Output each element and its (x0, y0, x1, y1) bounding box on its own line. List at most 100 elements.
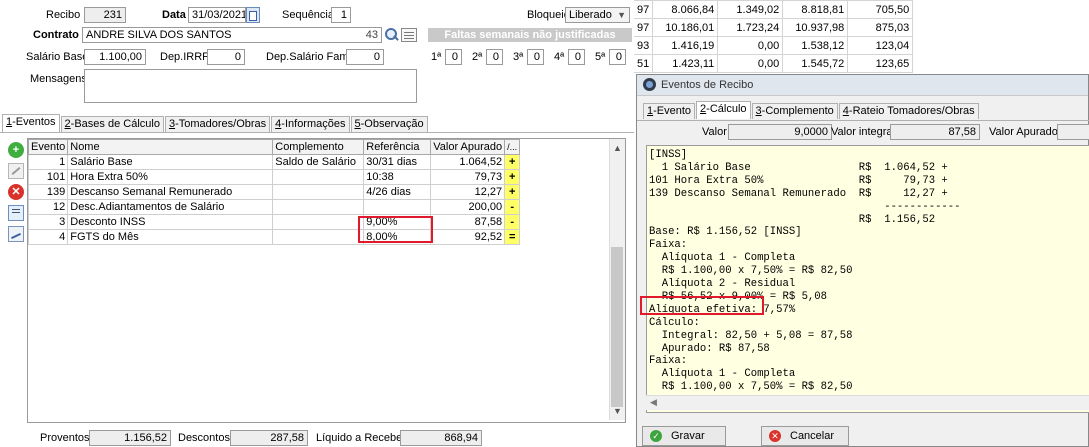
bloqueio-select[interactable]: Liberado ▼ (565, 7, 630, 23)
dialog-tab-1[interactable]: 1-Evento (643, 103, 696, 119)
salario-base-field[interactable]: 1.100,00 (84, 49, 146, 65)
col-header-complemento[interactable]: Complemento (272, 139, 365, 155)
cell-complemento[interactable] (272, 169, 365, 185)
table-row[interactable]: 139 Descanso Semanal Remunerado 4/26 dias 1… (27, 184, 521, 200)
details-icon[interactable] (401, 28, 417, 42)
scroll-down-icon[interactable]: ▼ (613, 406, 622, 416)
falta-2-field[interactable]: 0 (486, 49, 503, 65)
dialog-tab-4[interactable]: 4-Rateio Tomadores/Obras (838, 103, 979, 119)
cell-evento[interactable]: 1 (27, 154, 69, 170)
cell-referencia[interactable]: 10:38 (363, 169, 432, 185)
cell-sign[interactable]: + (504, 154, 521, 170)
scroll-thumb[interactable] (611, 247, 623, 407)
calendar-icon[interactable] (246, 7, 260, 23)
cell-nome[interactable]: Desconto INSS (67, 214, 274, 230)
cell-referencia[interactable]: 4/26 dias (363, 184, 432, 200)
cell-referencia[interactable] (363, 199, 432, 215)
cell-nome[interactable]: Desc.Adiantamentos de Salário (67, 199, 274, 215)
cell-nome[interactable]: Hora Extra 50% (67, 169, 274, 185)
main-tab-5-label: -Observação (360, 118, 424, 130)
cell-valor[interactable]: 79,73 (430, 169, 506, 185)
scroll-left-icon[interactable]: ◀ (650, 397, 657, 408)
cell-complemento[interactable] (272, 184, 365, 200)
table-row[interactable]: 12 Desc.Adiantamentos de Salário 200,00- (27, 199, 521, 215)
main-tab-5[interactable]: 5-Observação (350, 116, 428, 132)
cell-evento[interactable]: 101 (27, 169, 69, 185)
main-tab-4-label: -Informações (281, 118, 346, 130)
dep-irrf-field[interactable]: 0 (207, 49, 245, 65)
table-row[interactable]: 4 FGTS do Mês 8,00% 92,52 = (27, 229, 521, 245)
cell-complemento[interactable] (272, 214, 365, 230)
mensagens-textarea[interactable] (84, 69, 417, 103)
table-row[interactable]: 101 Hora Extra 50% 10:38 79,73 + (27, 169, 521, 185)
memo-line: Cálculo: (649, 316, 700, 329)
dialog-titlebar[interactable]: Eventos de Recibo (637, 75, 1088, 96)
gravar-button[interactable]: ✓ Gravar (642, 426, 726, 446)
document-icon[interactable] (8, 205, 24, 221)
delete-icon[interactable]: ✕ (8, 184, 24, 200)
falta-3-field[interactable]: 0 (527, 49, 544, 65)
col-header-referencia[interactable]: Referência (363, 139, 432, 155)
col-header-evento[interactable]: Evento (27, 139, 69, 155)
calculation-memo[interactable]: [INSS] 1 Salário Base R$ 1.064,52 +101 H… (646, 145, 1089, 413)
cell-valor[interactable]: 87,58 (430, 214, 506, 230)
dep-salario-fam-field[interactable]: 0 (346, 49, 384, 65)
cell-sign[interactable]: + (504, 184, 521, 200)
falta-4-field[interactable]: 0 (568, 49, 585, 65)
recibo-field[interactable]: 231 (84, 7, 126, 23)
data-field[interactable]: 31/03/2021 (188, 7, 246, 23)
descontos-field: 287,58 (230, 430, 308, 446)
main-tab-1[interactable]: 1-Eventos (2, 114, 60, 132)
cell-nome[interactable]: Salário Base (67, 154, 274, 170)
proventos-label: Proventos (40, 432, 90, 444)
main-tab-4[interactable]: 4-Informações (271, 116, 350, 132)
memo-hscrollbar[interactable]: ◀ (646, 395, 1089, 410)
memo-line: R$ 1.100,00 x 7,50% = R$ 82,50 (649, 381, 853, 394)
edit-icon[interactable] (8, 163, 24, 179)
falta-1-field[interactable]: 0 (445, 49, 462, 65)
cell-evento[interactable]: 4 (27, 229, 69, 245)
cell-complemento[interactable] (272, 229, 365, 245)
cell-valor[interactable]: 1.064,52 (430, 154, 506, 170)
cell-evento[interactable]: 139 (27, 184, 69, 200)
cell-complemento[interactable] (272, 199, 365, 215)
dialog-tab-2[interactable]: 2-Cálculo (696, 101, 751, 119)
memo-line: Faixa: (649, 355, 688, 368)
cell-sign[interactable]: - (504, 199, 521, 215)
sequencia-field[interactable]: 1 (331, 7, 351, 23)
cell-sign[interactable]: + (504, 169, 521, 185)
col-header-sign[interactable]: /... (504, 139, 521, 155)
search-icon[interactable] (383, 27, 399, 43)
cell-sign[interactable]: - (504, 214, 521, 230)
col-header-valor-apurado[interactable]: Valor Apurado (430, 139, 506, 155)
valor-label: Valor (702, 126, 727, 138)
cancelar-button[interactable]: ✕ Cancelar (761, 426, 849, 446)
table-row[interactable]: 3 Desconto INSS 9,00% 87,58- (27, 214, 521, 230)
grid-scrollbar[interactable]: ▲ ▼ (609, 139, 625, 420)
cell-nome[interactable]: FGTS do Mês (67, 229, 274, 245)
cell-evento[interactable]: 12 (27, 199, 69, 215)
main-tab-3[interactable]: 3-Tomadores/Obras (164, 116, 271, 132)
dialog-tab-3[interactable]: 3-Complemento (751, 103, 838, 119)
cell-valor[interactable]: 92,52 (430, 229, 506, 245)
cell-referencia[interactable]: 30/31 dias (363, 154, 432, 170)
falta-5-field[interactable]: 0 (609, 49, 626, 65)
events-grid[interactable]: Evento Nome Complemento Referência Valor… (27, 138, 626, 423)
highlight-referencia (358, 216, 433, 243)
memo-line: 139 Descanso Semanal Remunerado R$ 12,27… (649, 187, 948, 200)
cell-sign[interactable]: = (504, 229, 521, 245)
cell-valor[interactable]: 200,00 (430, 199, 506, 215)
scroll-up-icon[interactable]: ▲ (613, 143, 622, 153)
dialog-tab-2-label: -Cálculo (706, 103, 747, 115)
cell-evento[interactable]: 3 (27, 214, 69, 230)
add-icon[interactable]: + (8, 142, 24, 158)
cell-valor[interactable]: 12,27 (430, 184, 506, 200)
main-tab-2[interactable]: 2-Bases de Cálculo (60, 116, 164, 132)
cell-nome[interactable]: Descanso Semanal Remunerado (67, 184, 274, 200)
cell-complemento[interactable]: Saldo de Salário (272, 154, 365, 170)
contrato-field[interactable]: ANDRE SILVA DOS SANTOS 43 (82, 27, 382, 43)
table-row[interactable]: 1 Salário Base Saldo de Salário 30/31 dias 1… (27, 154, 521, 170)
table-row: 97 8.066,84 1.349,02 8.818,81 705,50 (634, 0, 914, 19)
col-header-nome[interactable]: Nome (67, 139, 274, 155)
chart-icon[interactable] (8, 226, 24, 242)
